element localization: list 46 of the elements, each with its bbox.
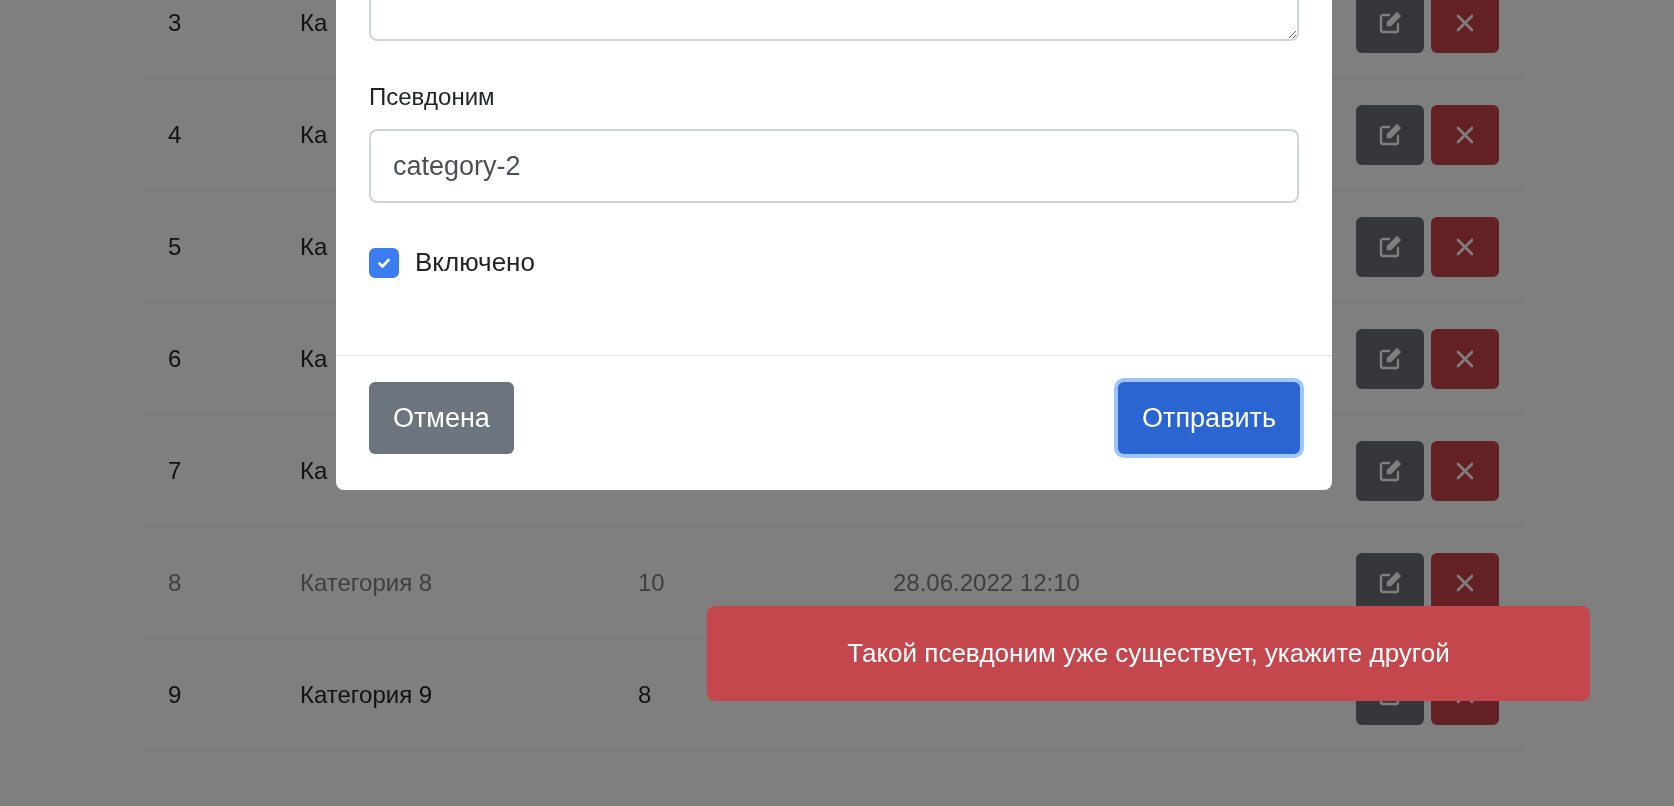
field-label: Псевдоним [369,82,496,112]
checkbox-label: Включено [415,246,535,279]
category-name: Ка [300,232,328,260]
checkbox[interactable] [369,247,399,278]
category-name: Ка [300,456,328,484]
row-number: 9 [168,680,182,708]
delete-button[interactable] [1431,104,1499,165]
edit-button[interactable] [1356,216,1424,277]
item-count: 10 [638,568,665,596]
row-number: 3 [168,8,182,36]
close-icon [1455,348,1475,369]
textarea-field[interactable] [369,0,1299,41]
category-name: Ка [300,120,328,148]
edit-button[interactable] [1356,104,1424,165]
close-icon [1455,12,1475,33]
text-field[interactable]: category-2 [369,129,1299,203]
category-name: Категория 9 [300,680,433,708]
edit-icon [1378,122,1402,147]
edit-icon [1378,458,1402,483]
row-number: 4 [168,120,182,148]
cancel-button[interactable]: Отмена [369,382,514,454]
error-toast: Такой псевдоним уже существует, укажите другой [707,606,1590,701]
close-icon [1455,460,1475,481]
category-name: Ка [300,344,328,372]
category-name: Ка [300,8,328,36]
row-number: 5 [168,232,182,260]
close-icon [1455,236,1475,257]
edit-icon [1378,10,1402,35]
delete-button[interactable] [1431,440,1499,501]
edit-button[interactable] [1356,0,1424,53]
edit-button[interactable] [1356,440,1424,501]
edit-icon [1378,570,1402,595]
date-cell: 28.06.2022 12:10 [893,568,1080,596]
close-icon [1455,124,1475,145]
item-count: 8 [638,680,652,708]
row-number: 8 [168,568,182,596]
row-number: 7 [168,456,182,484]
edit-icon [1378,234,1402,259]
row-number: 6 [168,344,182,372]
close-icon [1455,572,1475,593]
category-name: Категория 8 [300,568,433,596]
delete-button[interactable] [1431,328,1499,389]
delete-button[interactable] [1431,0,1499,53]
edit-icon [1378,346,1402,371]
edit-button[interactable] [1356,328,1424,389]
delete-button[interactable] [1431,216,1499,277]
